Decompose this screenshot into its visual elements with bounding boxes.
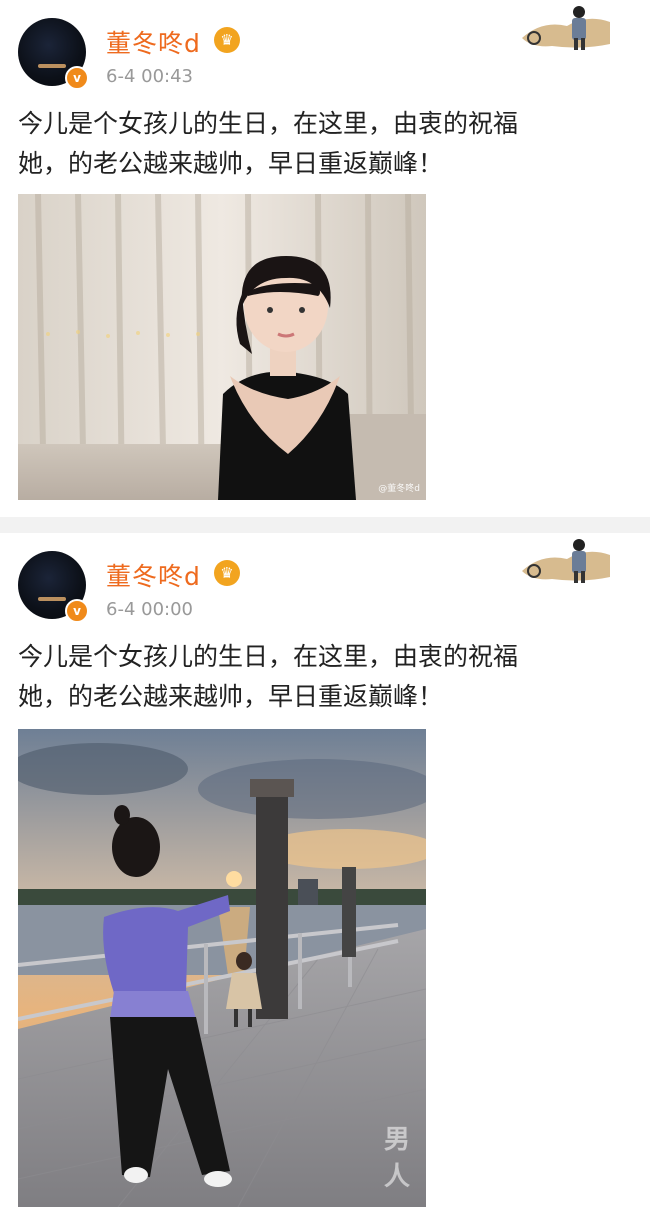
- post-time: 6-4 00:43: [106, 66, 193, 87]
- weibo-post: v 董冬咚d ♛ 6-4 00:00 今儿是个女孩儿的生日，在这里，由衷的祝福 …: [0, 533, 650, 1207]
- crown-icon: ♛: [214, 27, 240, 53]
- post-text: 今儿是个女孩儿的生日，在这里，由衷的祝福 她，的老公越来越帅，早日重返巅峰！: [18, 642, 519, 711]
- crown-icon: ♛: [214, 560, 240, 586]
- verified-badge-icon: v: [65, 66, 89, 90]
- weibo-post: v 董冬咚d ♛ 6-4 00:43 今儿是个女孩儿的生日，在这里，由衷的祝福 …: [0, 0, 650, 517]
- post-photo[interactable]: @董冬咚d: [18, 194, 426, 500]
- photo-watermark: @董冬咚d: [378, 484, 420, 494]
- username[interactable]: 董冬咚d: [106, 24, 201, 60]
- photo-watermark: 男人: [384, 1125, 411, 1192]
- verified-badge-icon: v: [65, 599, 89, 623]
- post-time: 6-4 00:00: [106, 599, 193, 620]
- post-text: 今儿是个女孩儿的生日，在这里，由衷的祝福 她，的老公越来越帅，早日重返巅峰！: [18, 109, 519, 178]
- post-photo[interactable]: 男人: [18, 729, 426, 1207]
- post-separator: [0, 517, 650, 533]
- card-decoration-icon: [512, 533, 612, 589]
- username[interactable]: 董冬咚d: [106, 557, 201, 593]
- card-decoration-icon: [512, 0, 612, 56]
